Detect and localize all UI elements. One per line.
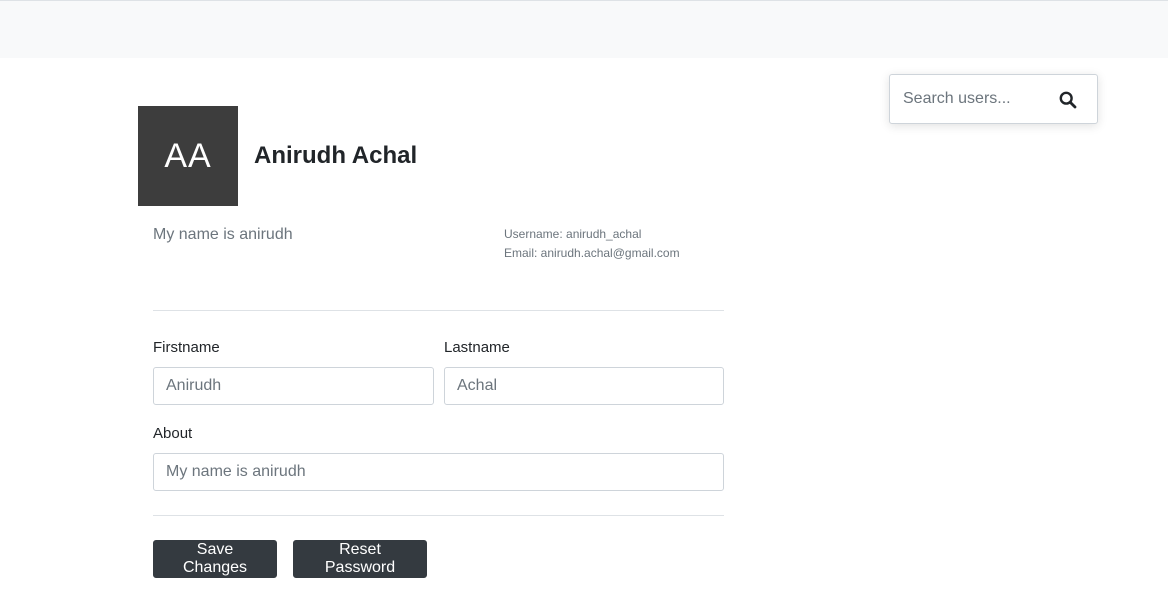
divider	[153, 310, 724, 311]
email-text: Email: anirudh.achal@gmail.com	[504, 246, 680, 260]
save-changes-button[interactable]: Save Changes	[153, 540, 277, 578]
profile-name: Anirudh Achal	[254, 142, 418, 169]
profile-bio: My name is anirudh	[153, 226, 293, 243]
lastname-input[interactable]	[444, 367, 724, 405]
user-search-box[interactable]	[889, 74, 1098, 124]
search-input[interactable]	[890, 75, 1055, 123]
lastname-label: Lastname	[444, 339, 510, 356]
reset-password-button[interactable]: Reset Password	[293, 540, 427, 578]
avatar: AA	[138, 106, 238, 206]
about-input[interactable]	[153, 453, 724, 491]
username-text: Username: anirudh_achal	[504, 227, 642, 241]
top-navbar	[0, 0, 1168, 58]
firstname-input[interactable]	[153, 367, 434, 405]
search-icon[interactable]	[1059, 91, 1077, 109]
divider	[153, 515, 724, 516]
firstname-label: Firstname	[153, 339, 220, 356]
about-label: About	[153, 425, 193, 442]
account-details: Username: anirudh_achal Email: anirudh.a…	[504, 225, 680, 263]
avatar-initials: AA	[164, 136, 212, 175]
